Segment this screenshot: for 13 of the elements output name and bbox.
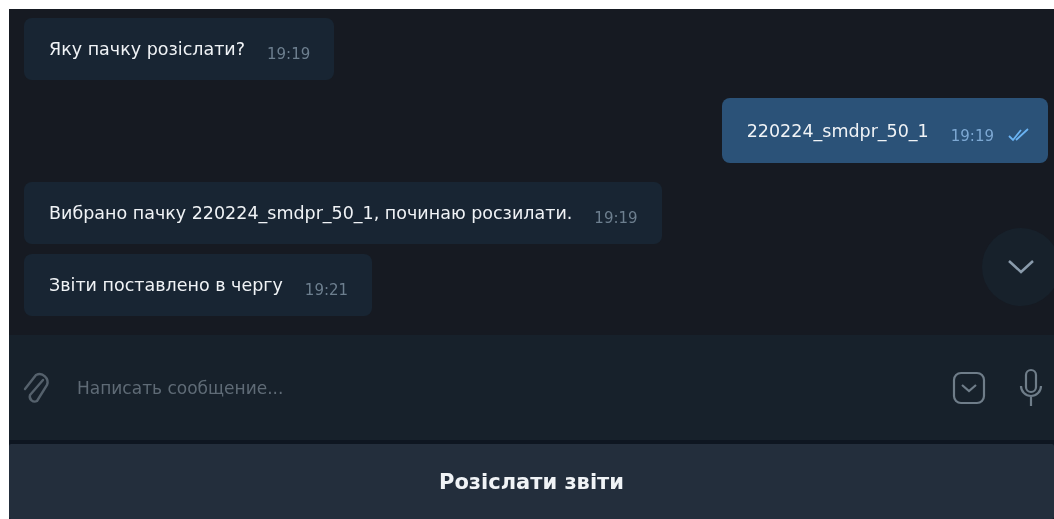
keyboard-button[interactable]: Розіслати звіти <box>9 444 1054 519</box>
message-text: Яку пачку розіслати? <box>49 39 245 59</box>
message-text: Вибрано пачку 220224_smdpr_50_1, починаю росзилати. <box>49 203 573 223</box>
microphone-icon[interactable] <box>1018 367 1044 408</box>
sticker-icon[interactable] <box>952 370 986 405</box>
message-text: Звіти поставлено в чергу <box>49 275 283 295</box>
message-input[interactable]: Написать сообщение... <box>75 376 938 399</box>
message-time: 19:19 <box>950 126 994 145</box>
message-time: 19:21 <box>304 281 349 299</box>
message-time: 19:19 <box>267 45 311 63</box>
message-text: 220224_smdpr_50_1 <box>746 120 929 141</box>
message-time: 19:19 <box>594 209 638 227</box>
chevron-down-icon <box>1007 259 1035 275</box>
